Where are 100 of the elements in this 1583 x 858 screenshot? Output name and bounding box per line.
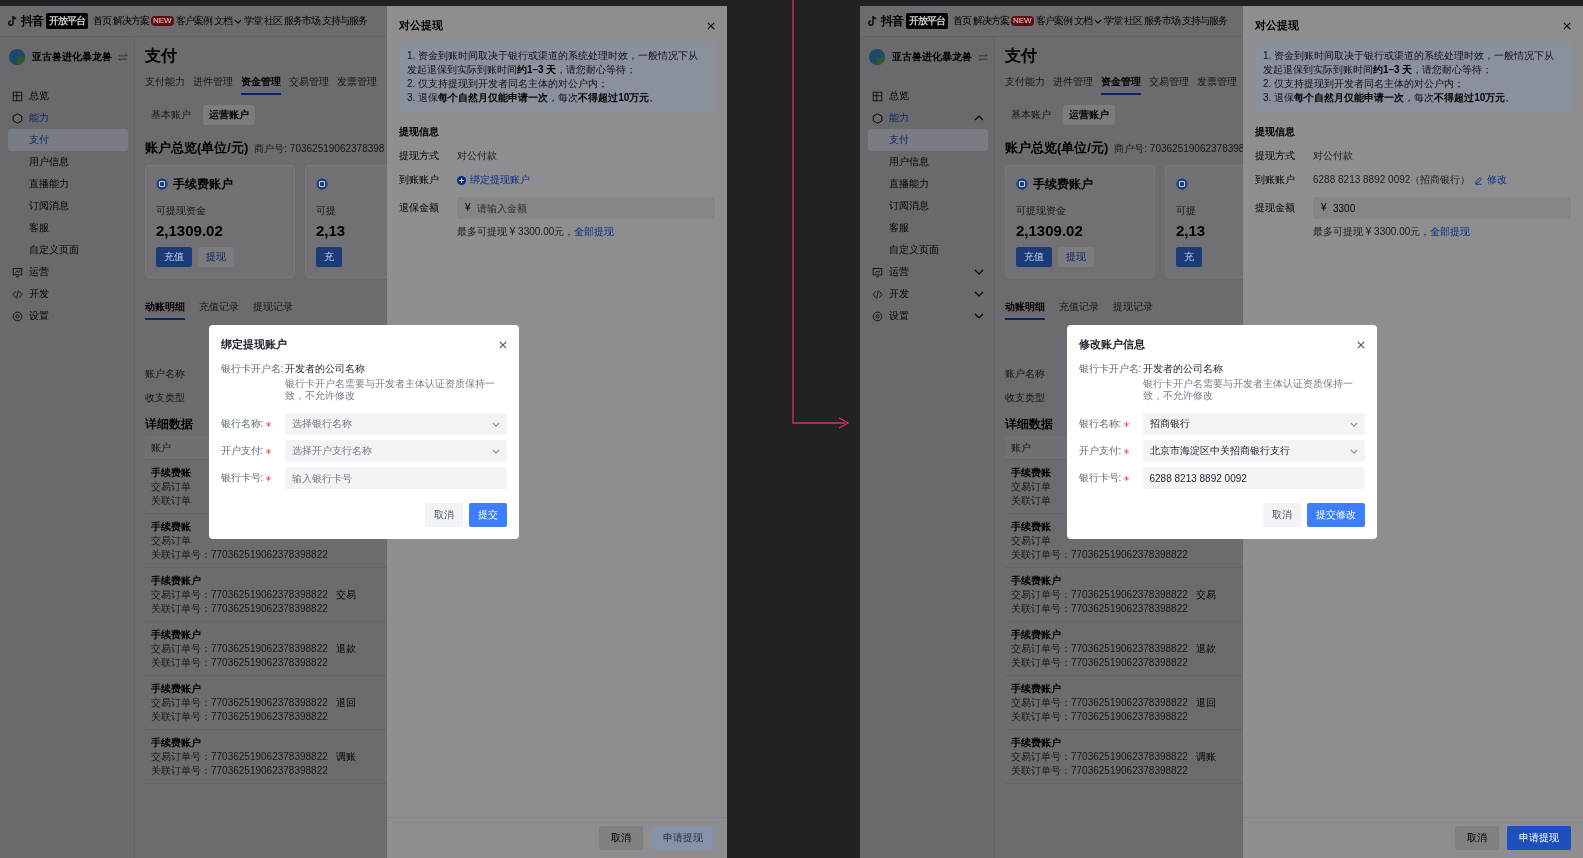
sidebar-subitem[interactable]: 客服 xyxy=(8,217,128,239)
table-cell: 交易订单号：770362519062378398822 xyxy=(151,750,328,764)
subtab[interactable]: 运营账户 xyxy=(1063,105,1115,125)
field-label: 银行卡号: xyxy=(1078,471,1122,485)
notice-text: 3. 退保每个自然月仅能申请一次，每次不得超过10万元。 xyxy=(407,91,661,105)
section-title: 详细数据 xyxy=(1005,416,1053,433)
select-field[interactable]: 招商银行 xyxy=(1142,413,1365,435)
submit-button[interactable]: 提交 xyxy=(468,503,507,527)
recharge-button[interactable]: 充值 xyxy=(1016,247,1052,267)
sidebar-subitem[interactable]: 自定义页面 xyxy=(8,239,128,261)
nav-link[interactable]: 文档 xyxy=(1073,14,1092,28)
sidebar-item[interactable]: 能力 xyxy=(8,107,128,129)
nav-link[interactable]: 解决方案 xyxy=(973,14,1009,28)
withdraw-all-link[interactable]: 全部提现 xyxy=(1430,225,1471,239)
withdraw-button[interactable]: 提现 xyxy=(1058,247,1094,267)
edit-link[interactable]: 修改 xyxy=(1487,173,1508,187)
tab[interactable]: 充值记录 xyxy=(1059,300,1099,320)
sidebar-item[interactable]: 运营 xyxy=(868,261,988,283)
tab[interactable]: 交易管理 xyxy=(289,75,329,95)
sidebar-subitem[interactable]: 用户信息 xyxy=(868,151,988,173)
sidebar-item[interactable]: 开发 xyxy=(8,283,128,305)
sidebar-subitem[interactable]: 直播能力 xyxy=(8,173,128,195)
nav-link[interactable]: 服务市场 xyxy=(283,14,320,28)
subtab[interactable]: 基本账户 xyxy=(145,105,197,125)
text-field[interactable]: 输入银行卡号 xyxy=(284,467,507,489)
tab[interactable]: 发票管理 xyxy=(1197,75,1237,95)
nav-link[interactable]: 社区 xyxy=(1123,14,1142,28)
cancel-button[interactable]: 取消 xyxy=(1262,503,1301,527)
nav-link[interactable]: 支持与服务 xyxy=(321,14,367,28)
nav-link[interactable]: 首页 xyxy=(953,14,971,28)
switch-icon[interactable] xyxy=(978,52,988,62)
close-icon[interactable] xyxy=(707,21,715,30)
bind-account-link[interactable]: 绑定提现账户 xyxy=(470,173,530,187)
sidebar-subitem[interactable]: 订阅消息 xyxy=(868,195,988,217)
tab[interactable]: 发票管理 xyxy=(337,75,377,95)
nav-link[interactable]: 客户案例 xyxy=(1035,14,1072,28)
table-cell: 交易订单 xyxy=(151,480,191,494)
tab[interactable]: 动账明细 xyxy=(145,300,185,320)
code-icon xyxy=(12,288,23,300)
tab[interactable]: 充值记录 xyxy=(199,300,239,320)
sidebar-subitem[interactable]: 支付 xyxy=(8,129,128,151)
sidebar-item[interactable]: 设置 xyxy=(868,305,988,327)
nav-link[interactable]: 支持与服务 xyxy=(1181,14,1227,28)
recharge-button[interactable]: 充 xyxy=(316,247,342,267)
tab[interactable]: 提现记录 xyxy=(253,300,293,320)
recharge-button[interactable]: 充值 xyxy=(156,247,192,267)
submit-button[interactable]: 提交修改 xyxy=(1306,503,1365,527)
close-icon[interactable] xyxy=(1356,340,1365,349)
sidebar-subitem[interactable]: 客服 xyxy=(868,217,988,239)
text-field[interactable]: 6288 8213 8892 0092 xyxy=(1142,467,1365,489)
sidebar-item[interactable]: 总览 xyxy=(868,85,988,107)
subtab[interactable]: 基本账户 xyxy=(1005,105,1057,125)
close-icon[interactable] xyxy=(1563,21,1571,30)
cancel-button[interactable]: 取消 xyxy=(599,826,643,850)
select-field[interactable]: 选择银行名称 xyxy=(284,413,507,435)
apply-withdraw-button[interactable]: 申请提现 xyxy=(1507,826,1571,850)
nav-link[interactable]: 首页 xyxy=(93,14,111,28)
nav-link[interactable]: 学堂 xyxy=(243,14,262,28)
field-value: 对公付款 xyxy=(1313,149,1353,163)
nav-link[interactable]: 学堂 xyxy=(1103,14,1122,28)
gear-icon xyxy=(872,310,883,322)
tab[interactable]: 支付能力 xyxy=(1005,75,1045,95)
sidebar-subitem[interactable]: 自定义页面 xyxy=(868,239,988,261)
sidebar-item[interactable]: 设置 xyxy=(8,305,128,327)
withdraw-button[interactable]: 提现 xyxy=(198,247,234,267)
switch-icon[interactable] xyxy=(118,52,128,62)
tab[interactable]: 进件管理 xyxy=(193,75,233,95)
nav-link[interactable]: 解决方案 xyxy=(113,14,149,28)
account-number: 6288 8213 8892 0092（招商银行） xyxy=(1313,173,1471,187)
card-title: 手续费账户 xyxy=(173,175,233,193)
recharge-button[interactable]: 充 xyxy=(1176,247,1202,267)
pencil-icon[interactable] xyxy=(1474,175,1484,185)
nav-link[interactable]: 文档 xyxy=(213,14,232,28)
sidebar-item[interactable]: 开发 xyxy=(868,283,988,305)
balance-amount: 2,1309.02 xyxy=(156,222,223,239)
select-field[interactable]: 选择开户支行名称 xyxy=(284,440,507,462)
sidebar-item[interactable]: 总览 xyxy=(8,85,128,107)
tab[interactable]: 提现记录 xyxy=(1113,300,1153,320)
select-field[interactable]: 北京市海淀区中关招商银行支行 xyxy=(1142,440,1365,462)
tab[interactable]: 进件管理 xyxy=(1053,75,1093,95)
sidebar-subitem[interactable]: 用户信息 xyxy=(8,151,128,173)
cancel-button[interactable]: 取消 xyxy=(1455,826,1499,850)
subtab[interactable]: 运营账户 xyxy=(203,105,255,125)
sidebar-subitem[interactable]: 支付 xyxy=(868,129,988,151)
sidebar-item[interactable]: 运营 xyxy=(8,261,128,283)
tab[interactable]: 资金管理 xyxy=(241,75,281,95)
close-icon[interactable] xyxy=(498,340,507,349)
sidebar-item[interactable]: 能力 xyxy=(868,107,988,129)
sidebar-subitem[interactable]: 直播能力 xyxy=(868,173,988,195)
nav-link[interactable]: 客户案例 xyxy=(175,14,212,28)
tab[interactable]: 交易管理 xyxy=(1149,75,1189,95)
nav-link[interactable]: 服务市场 xyxy=(1143,14,1180,28)
withdraw-all-link[interactable]: 全部提现 xyxy=(574,225,615,239)
tab[interactable]: 动账明细 xyxy=(1005,300,1045,320)
tab[interactable]: 资金管理 xyxy=(1101,75,1141,95)
nav-link[interactable]: 社区 xyxy=(263,14,282,28)
field-label: 银行卡开户名: xyxy=(220,362,285,376)
tab[interactable]: 支付能力 xyxy=(145,75,185,95)
cancel-button[interactable]: 取消 xyxy=(424,503,463,527)
sidebar-subitem[interactable]: 订阅消息 xyxy=(8,195,128,217)
